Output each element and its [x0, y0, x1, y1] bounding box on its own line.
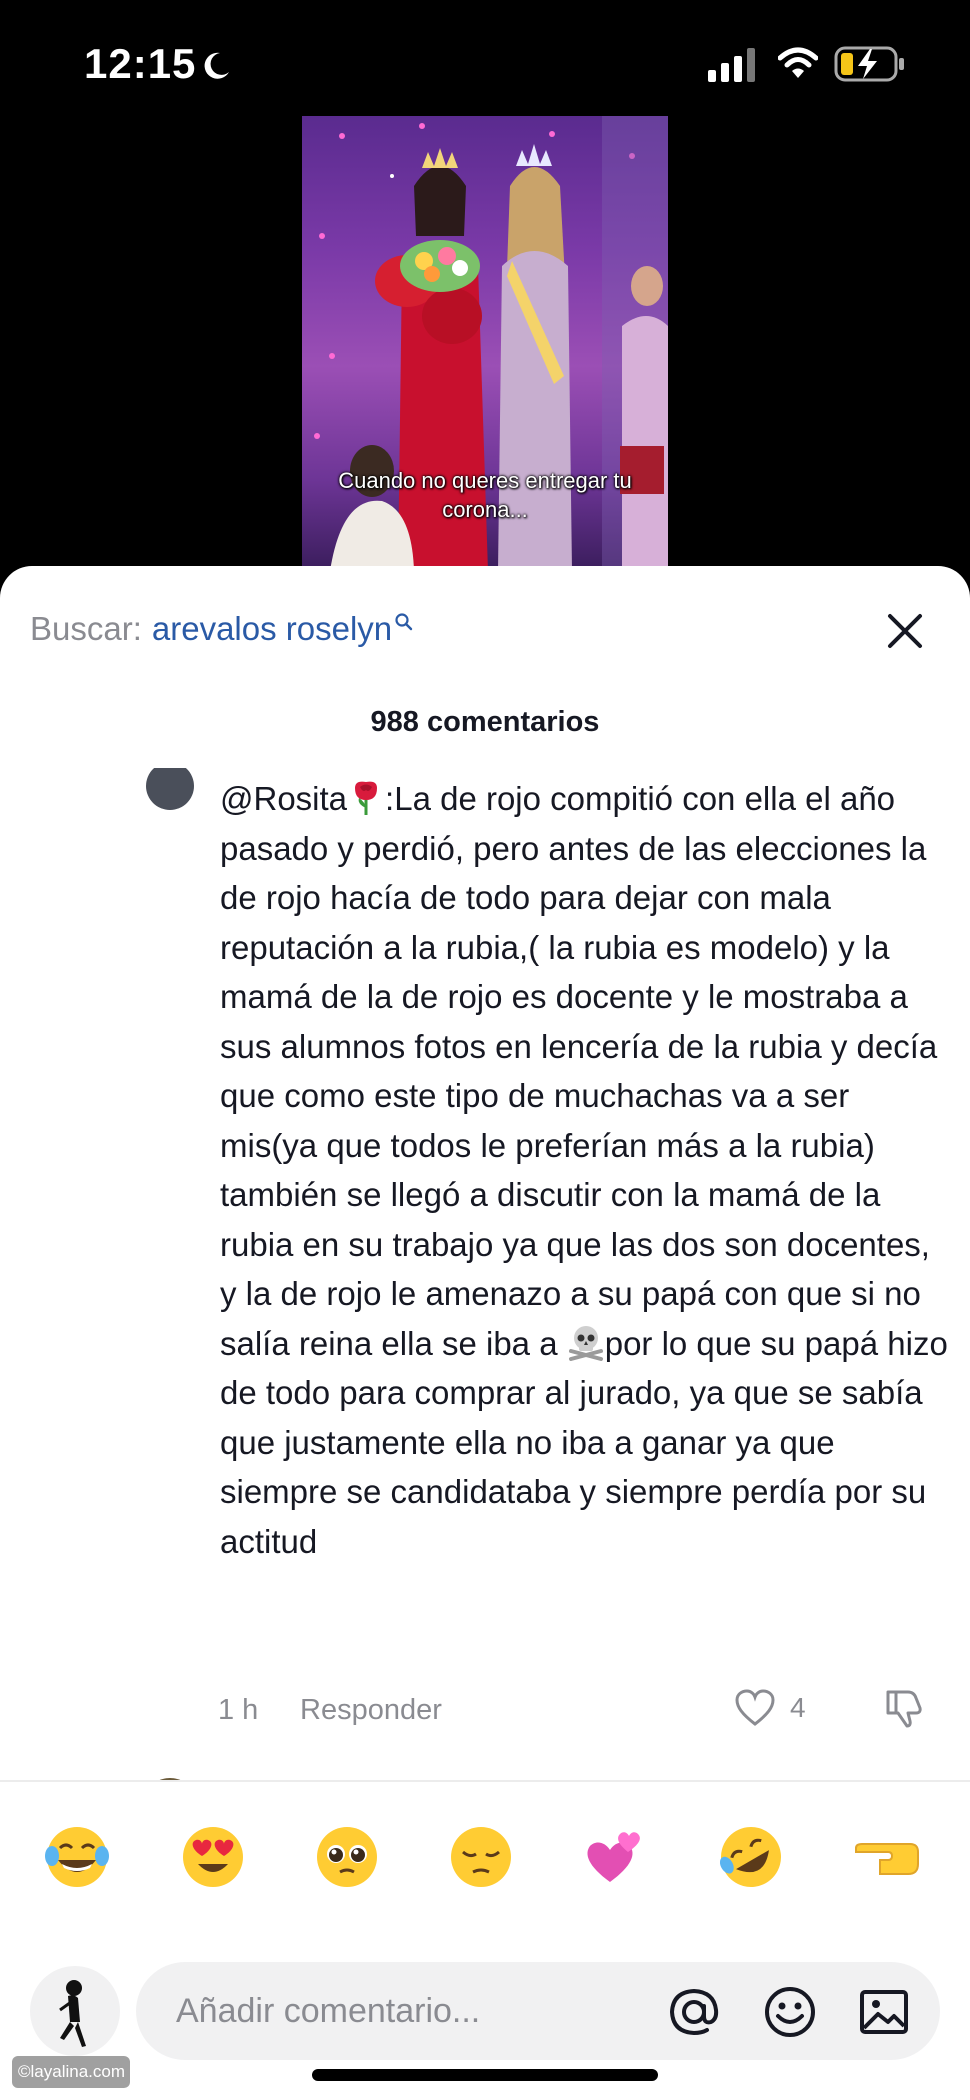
video-preview[interactable]: Cuando no queres entregar tu corona...: [302, 116, 668, 571]
comment-input[interactable]: Añadir comentario...: [136, 1962, 940, 2060]
battery-charging-icon: [834, 46, 904, 82]
skull-crossbones-icon: [568, 1325, 603, 1361]
wifi-icon: [778, 47, 818, 78]
user-avatar-image: [59, 1980, 86, 2047]
pensive-face-icon[interactable]: [446, 1822, 516, 1892]
moon-icon: [204, 52, 229, 79]
comment-placeholder: Añadir comentario...: [176, 1992, 481, 2030]
comment-text: @Rosita :La de rojo compitió con ella el…: [220, 774, 950, 1566]
comment-meta: 1 h Responder: [218, 1690, 442, 1730]
signal-icon: [708, 48, 755, 82]
image-icon[interactable]: [856, 1984, 912, 2040]
search-link[interactable]: Buscar: arevalos roselyn: [30, 604, 414, 654]
at-mention-icon[interactable]: [666, 1984, 722, 2040]
smiley-icon[interactable]: [762, 1984, 818, 2040]
face-with-tears-of-joy-icon[interactable]: [42, 1822, 112, 1892]
watermark: ©layalina.com: [12, 2056, 130, 2088]
heart-outline-icon: [735, 1689, 775, 1726]
search-prefix: Buscar:: [30, 610, 142, 647]
comment-body-part1: :La de rojo compitió con ella el año pas…: [220, 780, 938, 1362]
like-button[interactable]: 4: [734, 1688, 806, 1728]
home-indicator: [312, 2069, 658, 2081]
dislike-icon[interactable]: [882, 1686, 926, 1730]
comments-sheet: Buscar: arevalos roselyn 988 comentarios…: [0, 566, 970, 2100]
avatar-cutoff-mask: [140, 758, 200, 768]
status-bar: 12:15: [0, 0, 970, 110]
pointing-left-icon[interactable]: [852, 1822, 922, 1892]
emoji-quick-bar: [0, 1782, 970, 1912]
avatar[interactable]: [146, 762, 194, 810]
close-icon[interactable]: [884, 610, 926, 652]
user-avatar[interactable]: [30, 1966, 120, 2056]
comment-author[interactable]: @Rosita: [220, 780, 347, 817]
two-hearts-icon[interactable]: [580, 1822, 650, 1892]
status-time: 12:15: [84, 40, 197, 87]
search-icon: [395, 613, 413, 631]
heart-eyes-icon[interactable]: [178, 1822, 248, 1892]
rose-icon: [355, 781, 378, 815]
comment-time: 1 h: [218, 1693, 259, 1726]
like-count: 4: [790, 1692, 806, 1723]
reply-button[interactable]: Responder: [300, 1694, 442, 1727]
search-query[interactable]: arevalos roselyn: [152, 610, 392, 648]
pleading-face-icon[interactable]: [312, 1822, 382, 1892]
rolling-laughing-icon[interactable]: [716, 1822, 786, 1892]
video-caption: Cuando no queres entregar tu corona...: [338, 468, 632, 522]
comments-count: 988 comentarios: [370, 706, 600, 738]
